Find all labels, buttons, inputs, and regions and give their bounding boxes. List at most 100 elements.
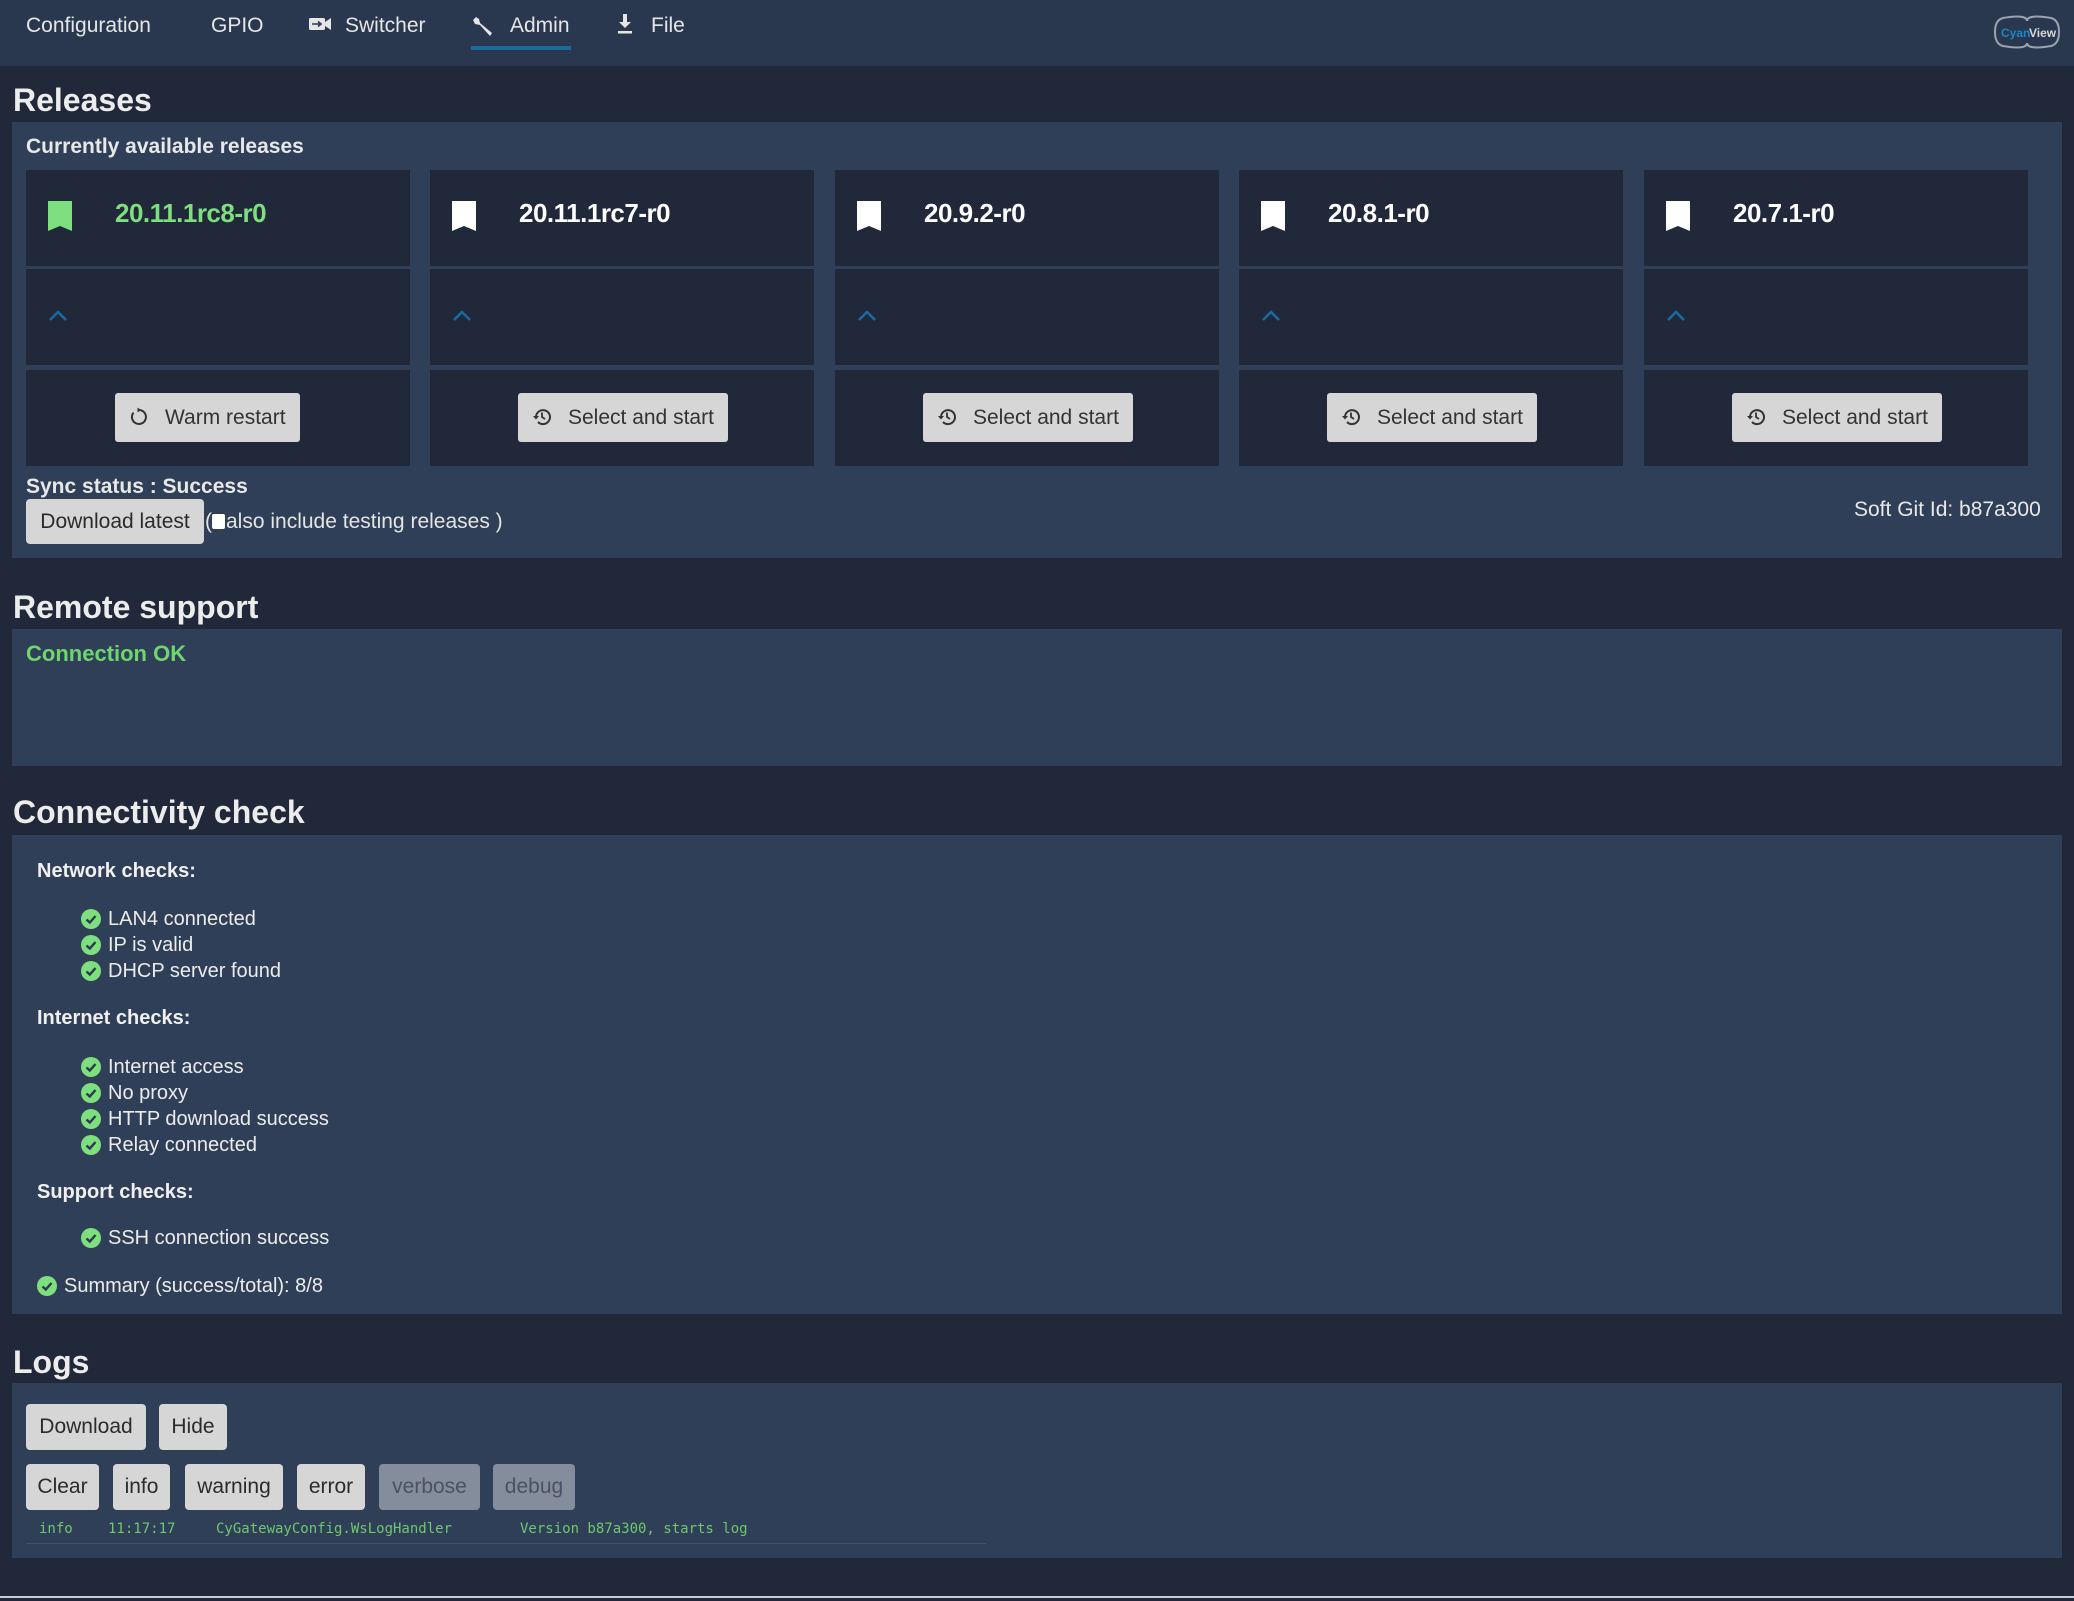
log-message: Version b87a300, starts log [520,1521,748,1537]
available-releases-label: Currently available releases [26,135,304,158]
chevron-up-icon[interactable] [452,308,472,322]
log-filter-error-button[interactable]: error [297,1464,365,1510]
check-group-label: Internet checks: [37,1007,191,1029]
history-icon [1747,409,1765,426]
nav-tab-admin[interactable]: Admin [471,13,570,39]
release-actions: Warm restart [26,370,410,466]
release-version: 20.11.1rc7-r0 [519,198,671,228]
nav-label: Switcher [345,14,426,37]
log-entry: info 11:17:17 CyGatewayConfig.WsLogHandl… [39,1521,748,1601]
nav-tab-configuration[interactable]: Configuration [26,13,151,39]
log-separator [26,1543,986,1544]
nav-tab-file[interactable]: File [617,13,685,39]
download-latest-button[interactable]: Download latest [26,499,204,544]
check-label: Relay connected [108,1134,257,1156]
check-label: LAN4 connected [108,908,256,930]
logs-heading: Logs [13,1344,90,1380]
chevron-up-icon[interactable] [48,308,68,322]
log-source: CyGatewayConfig.WsLogHandler [216,1521,453,1537]
remote-support-heading: Remote support [13,589,259,625]
connectivity-heading: Connectivity check [13,794,305,830]
select-and-start-button[interactable]: Select and start [1327,393,1537,442]
release-header[interactable]: 20.8.1-r0 [1239,170,1623,266]
history-icon [1342,409,1360,426]
release-actions: Select and start [835,370,1219,466]
nav-label: GPIO [211,14,264,37]
check-group-label: Network checks: [37,860,196,882]
check-circle-icon [81,1228,101,1248]
release-header[interactable]: 20.7.1-r0 [1644,170,2028,266]
log-filter-verbose-button[interactable]: verbose [379,1464,480,1510]
check-circle-icon [81,961,101,981]
release-header[interactable]: 20.9.2-r0 [835,170,1219,266]
logs-hide-button[interactable]: Hide [159,1404,227,1450]
include-testing-label: also include testing releases ) [226,510,503,533]
check-label: IP is valid [108,934,194,956]
check-circle-icon [81,935,101,955]
active-tab-indicator [471,46,571,50]
button-label: Select and start [973,406,1119,429]
check-label: DHCP server found [108,960,282,982]
log-filter-info-button[interactable]: info [113,1464,170,1510]
sync-status: Sync status : Success [26,475,248,498]
nav-label: File [651,14,685,37]
release-header[interactable]: 20.11.1rc7-r0 [430,170,814,266]
release-actions: Select and start [430,370,814,466]
log-time: 11:17:17 [108,1521,176,1537]
release-version: 20.11.1rc8-r0 [115,198,267,228]
check-label: Internet access [108,1056,244,1078]
release-details [1239,269,1623,365]
release-version: 20.9.2-r0 [924,198,1026,228]
chevron-up-icon[interactable] [857,308,877,322]
svg-text:Cyan: Cyan [2001,26,2030,40]
select-and-start-button[interactable]: Select and start [518,393,728,442]
log-filter-warning-button[interactable]: warning [185,1464,283,1510]
warm-restart-button[interactable]: Warm restart [115,393,300,442]
include-testing-checkbox[interactable] [212,514,225,529]
nav-label: Configuration [26,14,151,37]
nav-label: Admin [510,14,570,37]
check-circle-icon [81,1057,101,1077]
button-label: Select and start [1782,406,1928,429]
check-label: No proxy [108,1082,189,1104]
check-circle-icon [81,909,101,929]
log-filter-debug-button[interactable]: debug [493,1464,575,1510]
connection-status: Connection OK [26,641,187,666]
check-label: SSH connection success [108,1227,330,1249]
release-card: 20.11.1rc7-r0 Select and start [430,170,814,466]
download-icon [618,14,632,34]
summary-label: Summary (success/total): 8/8 [64,1275,323,1297]
history-icon [533,409,551,426]
bookmark-icon [1261,201,1285,231]
release-card: 20.9.2-r0 Select and start [835,170,1219,466]
nav-tab-gpio[interactable]: GPIO [211,13,264,39]
release-details [430,269,814,365]
select-and-start-button[interactable]: Select and start [923,393,1133,442]
release-card: 20.8.1-r0 Select and start [1239,170,1623,466]
nav-tab-switcher[interactable]: Switcher [309,13,426,39]
button-label: Select and start [568,406,714,429]
check-circle-icon [81,1135,101,1155]
release-card: 20.11.1rc8-r0 Warm restart [26,170,410,466]
chevron-up-icon[interactable] [1261,308,1281,322]
bookmark-icon [48,201,72,231]
button-label: Warm restart [165,406,286,429]
check-label: HTTP download success [108,1108,329,1130]
chevron-up-icon[interactable] [1666,308,1686,322]
wrench-icon [473,17,492,36]
check-group-label: Support checks: [37,1181,194,1203]
release-version: 20.7.1-r0 [1733,198,1835,228]
logs-download-button[interactable]: Download [26,1404,146,1450]
release-actions: Select and start [1644,370,2028,466]
select-and-start-button[interactable]: Select and start [1732,393,1942,442]
release-version: 20.8.1-r0 [1328,198,1430,228]
release-details [1644,269,2028,365]
log-filter-clear-button[interactable]: Clear [26,1464,99,1510]
check-circle-icon [37,1276,57,1296]
bookmark-icon [1666,201,1690,231]
restart-icon [130,407,147,425]
paren-open: ( [205,510,212,533]
video-camera-icon [309,18,331,30]
history-icon [938,409,956,426]
release-header[interactable]: 20.11.1rc8-r0 [26,170,410,266]
